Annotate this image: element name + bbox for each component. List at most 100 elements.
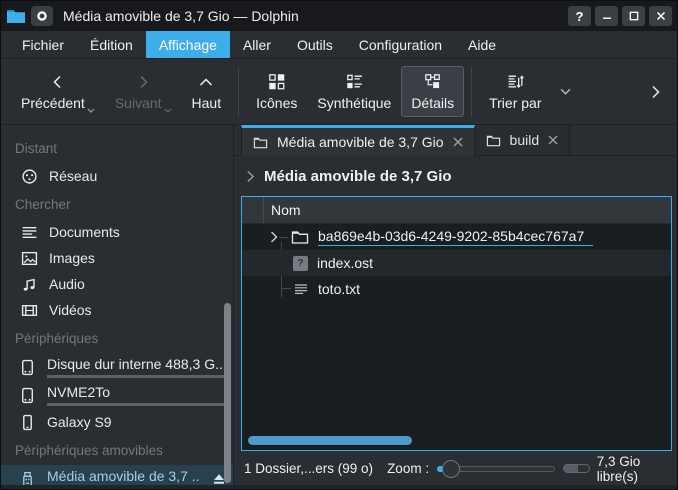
hard-drive-icon (19, 387, 36, 404)
zoom-slider[interactable] (437, 459, 555, 479)
status-bar: 1 Dossier,...ers (99 o) Zoom : 7,3 Gio l… (234, 452, 677, 485)
chevron-right-icon (647, 84, 663, 100)
sidebar-item-media-amovible[interactable]: Média amovible de 3,7 ... (1, 465, 233, 485)
disk-usage-bar (47, 403, 227, 406)
toolbar-separator (471, 67, 472, 117)
tab-close-icon[interactable] (548, 135, 558, 145)
titlebar: Média amovible de 3,7 Gio — Dolphin ? (1, 1, 677, 31)
dolphin-window: Média amovible de 3,7 Gio — Dolphin ? Fi… (0, 0, 678, 490)
compact-view-icon (346, 72, 363, 90)
details-view-button[interactable]: Détails (401, 66, 464, 117)
folder-icon (291, 229, 309, 245)
compact-view-button[interactable]: Synthétique (307, 66, 401, 117)
menu-affichage[interactable]: Affichage (146, 31, 230, 58)
window-menu-button[interactable] (31, 6, 53, 26)
close-button[interactable] (649, 6, 672, 26)
forward-button[interactable]: Suivant (105, 66, 182, 117)
sort-by-button[interactable]: Trier par (479, 66, 551, 117)
file-name[interactable]: toto.txt (318, 281, 360, 297)
help-icon: ? (576, 10, 584, 23)
forward-icon (135, 72, 151, 90)
expand-arrow-icon[interactable] (270, 231, 278, 243)
chevron-right-icon[interactable] (246, 170, 255, 183)
sidebar-item-nvme2to[interactable]: NVME2To (1, 381, 233, 409)
network-icon (21, 168, 38, 185)
column-header-nom[interactable]: Nom (264, 202, 301, 218)
usb-stick-icon (19, 471, 36, 486)
minimize-icon (600, 9, 614, 23)
sidebar-item-videos[interactable]: Vidéos (1, 297, 233, 323)
details-view-icon (424, 72, 441, 90)
file-row-folder[interactable]: ba869e4b-03d6-4249-9202-85b4cec767a7 (242, 224, 671, 250)
toolbar-separator (238, 67, 239, 117)
zoom-slider-handle[interactable] (442, 460, 460, 478)
toolbar-overflow-button[interactable] (647, 84, 667, 100)
file-view: Nom (241, 196, 672, 451)
menubar: Fichier Édition Affichage Aller Outils C… (1, 31, 677, 59)
file-name[interactable]: ba869e4b-03d6-4249-9202-85b4cec767a7 (318, 228, 593, 246)
up-icon (198, 72, 214, 90)
sidebar-scrollbar[interactable] (224, 303, 231, 483)
sidebar-item-documents[interactable]: Documents (1, 219, 233, 245)
section-header-peripheriques-amovibles: Périphériques amovibles (1, 435, 233, 465)
image-icon (21, 250, 38, 267)
file-name[interactable]: index.ost (317, 255, 373, 271)
app-folder-icon (6, 7, 26, 25)
minimize-button[interactable] (595, 6, 618, 26)
file-row-index-ost[interactable]: ? index.ost (242, 250, 671, 276)
section-header-chercher: Chercher (1, 189, 233, 219)
horizontal-scrollbar[interactable] (248, 436, 412, 445)
dropdown-caret-icon (164, 108, 172, 113)
tree-line (279, 237, 288, 238)
sort-dropdown-caret-icon[interactable] (560, 88, 571, 95)
icons-view-icon (268, 72, 285, 90)
tab-media-amovible[interactable]: Média amovible de 3,7 Gio (241, 125, 475, 156)
expander-column-header (242, 197, 264, 223)
dropdown-caret-icon (87, 108, 95, 113)
breadcrumb-location[interactable]: Média amovible de 3,7 Gio (264, 168, 452, 185)
phone-icon (19, 414, 36, 431)
tab-bar: Média amovible de 3,7 Gio build (234, 125, 677, 156)
unknown-file-icon: ? (293, 256, 308, 271)
file-row-toto-txt[interactable]: toto.txt (242, 276, 671, 302)
help-button[interactable]: ? (568, 6, 591, 26)
window-bottom-edge (1, 485, 677, 489)
tab-build[interactable]: build (475, 125, 571, 155)
disk-usage-bar (47, 375, 227, 378)
folder-icon (253, 135, 268, 150)
tab-close-icon[interactable] (453, 137, 463, 147)
tabbar-empty-space (570, 125, 677, 155)
menu-outils[interactable]: Outils (284, 31, 346, 58)
menu-aller[interactable]: Aller (230, 31, 284, 58)
music-note-icon (21, 276, 38, 293)
column-header-row: Nom (242, 197, 671, 224)
free-space-bar (563, 464, 590, 473)
document-lines-icon (21, 224, 38, 241)
menu-aide[interactable]: Aide (455, 31, 509, 58)
menu-configuration[interactable]: Configuration (346, 31, 455, 58)
film-icon (21, 302, 38, 319)
back-button[interactable]: Précédent (11, 66, 105, 117)
sidebar-item-audio[interactable]: Audio (1, 271, 233, 297)
maximize-button[interactable] (622, 6, 645, 26)
zoom-label: Zoom : (387, 461, 429, 476)
sidebar-item-reseau[interactable]: Réseau (1, 163, 233, 189)
window-title: Média amovible de 3,7 Gio — Dolphin (63, 8, 563, 24)
sort-icon (507, 72, 524, 90)
menu-fichier[interactable]: Fichier (9, 31, 77, 58)
icons-view-button[interactable]: Icônes (246, 66, 307, 117)
up-button[interactable]: Haut (182, 66, 232, 117)
selection-summary: 1 Dossier,...ers (99 o) (244, 461, 373, 476)
sidebar-item-images[interactable]: Images (1, 245, 233, 271)
ring-icon (35, 9, 49, 23)
sidebar-item-galaxy-s9[interactable]: Galaxy S9 (1, 409, 233, 435)
free-space-label: 7,3 Gio libre(s) (597, 454, 667, 484)
toolbar: Précédent Suivant Haut (1, 59, 677, 125)
sidebar-item-disque-dur[interactable]: Disque dur interne 488,3 G... (1, 353, 233, 381)
hard-drive-icon (19, 359, 36, 376)
places-panel: Distant Réseau Chercher Documents (1, 125, 234, 485)
text-file-icon (293, 281, 309, 297)
breadcrumb: Média amovible de 3,7 Gio (234, 156, 677, 196)
menu-edition[interactable]: Édition (77, 31, 146, 58)
section-header-distant: Distant (1, 133, 233, 163)
